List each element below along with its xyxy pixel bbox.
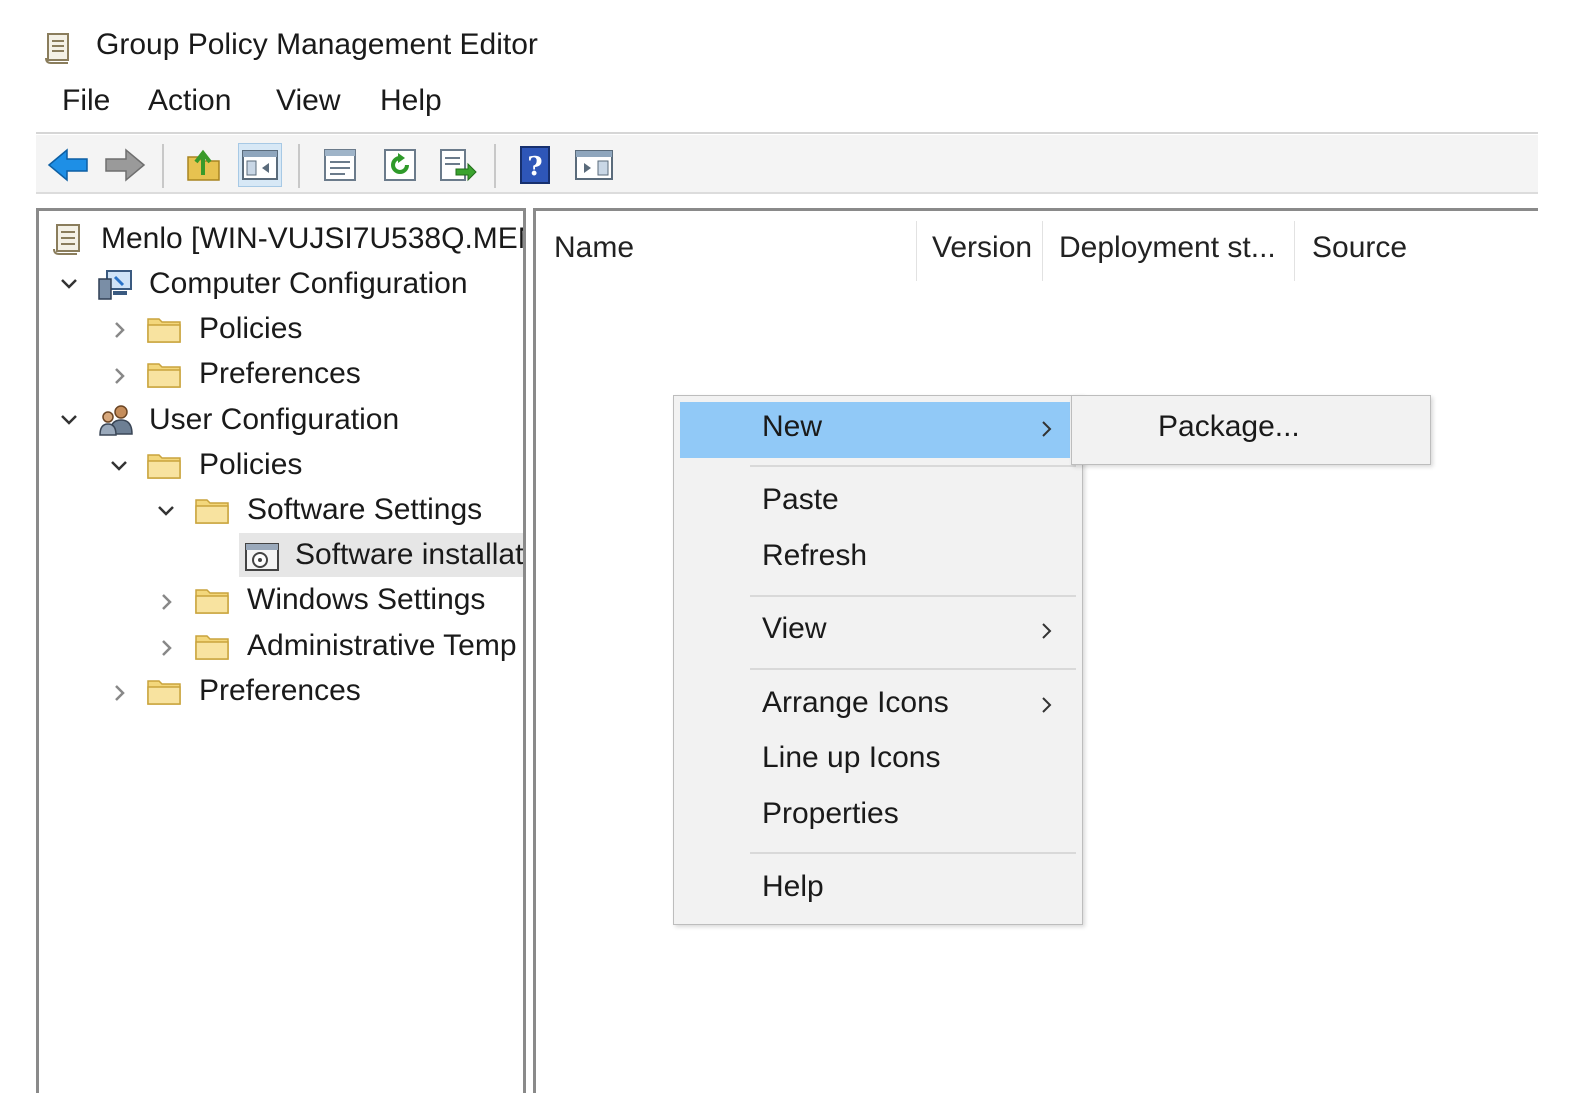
tree-item-label: Preferences bbox=[199, 357, 361, 390]
submenu-item-package[interactable]: Package... bbox=[1158, 410, 1300, 444]
column-header-version[interactable]: Version bbox=[932, 231, 1032, 265]
scroll-document-icon bbox=[53, 224, 80, 255]
computer-icon bbox=[98, 270, 132, 300]
chevron-right-icon[interactable] bbox=[109, 683, 129, 703]
chevron-right-icon[interactable] bbox=[109, 320, 129, 340]
scroll-document-icon bbox=[45, 33, 69, 64]
folder-icon bbox=[147, 680, 181, 705]
folder-icon bbox=[195, 589, 229, 614]
chevron-down-icon[interactable] bbox=[59, 410, 79, 430]
menu-separator bbox=[750, 668, 1076, 670]
toolbar-divider bbox=[36, 192, 1538, 194]
show-hide-action-pane-button[interactable] bbox=[572, 143, 616, 187]
console-tree-pane[interactable]: Menlo [WIN-VUJSI7U538Q.MEN Computer Conf… bbox=[36, 208, 526, 1093]
menu-action[interactable]: Action bbox=[148, 84, 231, 118]
tree-item-computer-configuration[interactable]: Computer Configuration bbox=[97, 262, 468, 306]
context-menu-item-refresh[interactable]: Refresh bbox=[762, 539, 867, 573]
svg-text:?: ? bbox=[527, 152, 542, 182]
tree-item-uc-policies[interactable]: Policies bbox=[147, 443, 302, 487]
context-menu-item-properties[interactable]: Properties bbox=[762, 797, 899, 831]
column-divider[interactable] bbox=[1294, 221, 1295, 281]
tree-item-software-installation[interactable]: Software installat bbox=[239, 533, 524, 577]
forward-button[interactable] bbox=[103, 143, 147, 187]
column-header-name[interactable]: Name bbox=[554, 231, 634, 265]
new-submenu: Package... bbox=[1071, 395, 1431, 465]
context-menu-item-new[interactable]: New bbox=[762, 410, 822, 444]
chevron-down-icon[interactable] bbox=[59, 274, 79, 294]
chevron-right-icon[interactable] bbox=[109, 366, 129, 386]
tree-item-uc-preferences[interactable]: Preferences bbox=[147, 669, 361, 713]
tree-item-label: Software installat bbox=[295, 538, 524, 571]
tree-item-administrative-templates[interactable]: Administrative Temp bbox=[195, 624, 517, 668]
menu-separator bbox=[750, 852, 1076, 854]
software-installation-icon bbox=[245, 543, 279, 571]
chevron-down-icon[interactable] bbox=[156, 501, 176, 521]
column-divider[interactable] bbox=[916, 221, 917, 281]
tree-item-label: Policies bbox=[199, 448, 303, 481]
context-menu: New Paste Refresh View Arrange Icons Lin… bbox=[673, 395, 1083, 925]
tree-item-label: Computer Configuration bbox=[149, 267, 468, 300]
toolbar-divider bbox=[36, 132, 1538, 134]
tree-item-cc-preferences[interactable]: Preferences bbox=[147, 352, 361, 396]
folder-icon bbox=[147, 318, 181, 343]
tree-item-label: Administrative Temp bbox=[247, 629, 517, 662]
up-one-level-button[interactable] bbox=[182, 143, 226, 187]
refresh-button[interactable] bbox=[378, 143, 422, 187]
tree-item-label: Software Settings bbox=[247, 493, 483, 526]
context-menu-highlight bbox=[680, 402, 1070, 458]
context-menu-item-help[interactable]: Help bbox=[762, 870, 824, 904]
tree-item-root[interactable]: Menlo [WIN-VUJSI7U538Q.MEN bbox=[49, 217, 526, 261]
folder-icon bbox=[195, 499, 229, 524]
up-folder-icon bbox=[187, 149, 220, 181]
forward-arrow-icon bbox=[105, 148, 146, 182]
folder-icon bbox=[147, 454, 181, 479]
chevron-right-icon[interactable] bbox=[156, 638, 176, 658]
context-menu-item-arrange-icons[interactable]: Arrange Icons bbox=[762, 686, 949, 720]
help-button[interactable]: ? bbox=[514, 143, 558, 187]
window-title: Group Policy Management Editor bbox=[96, 28, 538, 61]
menu-separator bbox=[750, 595, 1076, 597]
tree-item-label: Menlo [WIN-VUJSI7U538Q.MEN bbox=[101, 222, 526, 255]
back-arrow-icon bbox=[47, 148, 88, 182]
chevron-down-icon[interactable] bbox=[109, 456, 129, 476]
show-hide-console-tree-button[interactable] bbox=[238, 143, 282, 187]
export-list-button[interactable] bbox=[436, 143, 480, 187]
context-menu-item-line-up-icons[interactable]: Line up Icons bbox=[762, 741, 940, 775]
tree-item-windows-settings[interactable]: Windows Settings bbox=[195, 578, 485, 622]
column-header-source[interactable]: Source bbox=[1312, 231, 1407, 265]
context-menu-item-view[interactable]: View bbox=[762, 612, 826, 646]
menu-view[interactable]: View bbox=[276, 84, 340, 118]
tree-item-software-settings[interactable]: Software Settings bbox=[195, 488, 482, 532]
tree-item-cc-policies[interactable]: Policies bbox=[147, 307, 302, 351]
properties-button[interactable] bbox=[318, 143, 362, 187]
folder-icon bbox=[195, 635, 229, 660]
export-list-icon bbox=[440, 149, 477, 182]
show-hide-action-pane-icon bbox=[575, 150, 613, 180]
tree-item-label: Policies bbox=[199, 312, 303, 345]
tree-item-label: Preferences bbox=[199, 674, 361, 707]
toolbar-separator bbox=[162, 144, 164, 188]
chevron-right-icon bbox=[1042, 623, 1052, 639]
toolbar-separator bbox=[494, 144, 496, 188]
menu-help[interactable]: Help bbox=[380, 84, 442, 118]
tree-item-label: User Configuration bbox=[149, 403, 400, 436]
help-icon: ? bbox=[520, 146, 550, 184]
column-divider[interactable] bbox=[1042, 221, 1043, 281]
chevron-right-icon bbox=[1042, 421, 1052, 437]
context-menu-item-paste[interactable]: Paste bbox=[762, 483, 839, 517]
chevron-right-icon[interactable] bbox=[156, 592, 176, 612]
users-icon bbox=[99, 405, 133, 436]
chevron-right-icon bbox=[1042, 697, 1052, 713]
toolbar-separator bbox=[298, 144, 300, 188]
refresh-icon bbox=[384, 149, 416, 181]
show-hide-console-tree-icon bbox=[242, 150, 278, 180]
tree-item-label: Windows Settings bbox=[247, 583, 486, 616]
back-button[interactable] bbox=[46, 143, 90, 187]
tree-item-user-configuration[interactable]: User Configuration bbox=[97, 398, 399, 442]
column-header-deployment-state[interactable]: Deployment st... bbox=[1059, 231, 1276, 265]
folder-icon bbox=[147, 363, 181, 388]
properties-icon bbox=[324, 149, 356, 181]
menu-separator bbox=[750, 465, 1076, 467]
menu-file[interactable]: File bbox=[62, 84, 110, 118]
